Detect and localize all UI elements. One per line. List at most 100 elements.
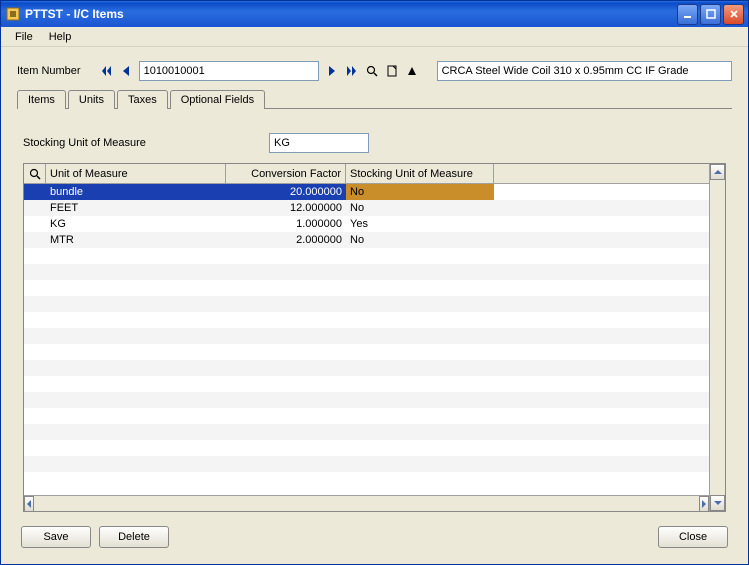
- row-selector[interactable]: [24, 360, 46, 376]
- cell-stocking-uom[interactable]: [346, 264, 494, 280]
- row-selector[interactable]: [24, 216, 46, 232]
- cell-uom[interactable]: bundle: [46, 184, 226, 200]
- cell-conversion[interactable]: [226, 392, 346, 408]
- row-selector[interactable]: [24, 200, 46, 216]
- table-row[interactable]: [24, 264, 709, 280]
- cell-stocking-uom[interactable]: Yes: [346, 216, 494, 232]
- table-row[interactable]: [24, 344, 709, 360]
- col-stocking-uom[interactable]: Stocking Unit of Measure: [346, 164, 494, 183]
- table-row[interactable]: MTR2.000000No: [24, 232, 709, 248]
- finder-icon[interactable]: [365, 63, 379, 79]
- next-record-icon[interactable]: [325, 63, 339, 79]
- cell-uom[interactable]: FEET: [46, 200, 226, 216]
- cell-conversion[interactable]: 20.000000: [226, 184, 346, 200]
- table-row[interactable]: [24, 408, 709, 424]
- cell-uom[interactable]: [46, 456, 226, 472]
- cell-conversion[interactable]: [226, 440, 346, 456]
- row-selector[interactable]: [24, 328, 46, 344]
- cell-stocking-uom[interactable]: [346, 328, 494, 344]
- table-row[interactable]: KG1.000000Yes: [24, 216, 709, 232]
- row-selector[interactable]: [24, 264, 46, 280]
- tab-optional-fields[interactable]: Optional Fields: [170, 90, 265, 109]
- table-row[interactable]: [24, 280, 709, 296]
- tab-units[interactable]: Units: [68, 90, 115, 109]
- table-row[interactable]: [24, 296, 709, 312]
- row-selector[interactable]: [24, 440, 46, 456]
- table-row[interactable]: [24, 248, 709, 264]
- cell-stocking-uom[interactable]: No: [346, 232, 494, 248]
- cell-conversion[interactable]: 12.000000: [226, 200, 346, 216]
- cell-uom[interactable]: [46, 264, 226, 280]
- maximize-button[interactable]: [700, 4, 721, 25]
- row-selector[interactable]: [24, 184, 46, 200]
- cell-conversion[interactable]: 2.000000: [226, 232, 346, 248]
- cell-conversion[interactable]: [226, 264, 346, 280]
- minimize-button[interactable]: [677, 4, 698, 25]
- table-row[interactable]: [24, 392, 709, 408]
- cell-uom[interactable]: [46, 328, 226, 344]
- row-selector[interactable]: [24, 280, 46, 296]
- cell-conversion[interactable]: [226, 376, 346, 392]
- vertical-scrollbar[interactable]: [709, 164, 725, 511]
- cell-stocking-uom[interactable]: [346, 392, 494, 408]
- item-number-input[interactable]: [139, 61, 319, 81]
- scroll-down-icon[interactable]: [710, 495, 725, 511]
- row-selector[interactable]: [24, 376, 46, 392]
- table-row[interactable]: FEET12.000000No: [24, 200, 709, 216]
- scroll-left-icon[interactable]: [24, 496, 34, 512]
- menu-file[interactable]: File: [7, 29, 41, 45]
- table-row[interactable]: bundle20.000000No: [24, 184, 709, 200]
- cell-stocking-uom[interactable]: [346, 312, 494, 328]
- row-selector[interactable]: [24, 456, 46, 472]
- v-scroll-track[interactable]: [710, 180, 725, 495]
- cell-uom[interactable]: [46, 280, 226, 296]
- close-button[interactable]: Close: [658, 526, 728, 548]
- grid-header-finder-icon[interactable]: [24, 164, 46, 183]
- cell-stocking-uom[interactable]: [346, 248, 494, 264]
- cell-uom[interactable]: [46, 296, 226, 312]
- cell-conversion[interactable]: [226, 456, 346, 472]
- table-row[interactable]: [24, 360, 709, 376]
- menu-help[interactable]: Help: [41, 29, 80, 45]
- cell-uom[interactable]: [46, 424, 226, 440]
- cell-stocking-uom[interactable]: [346, 296, 494, 312]
- cell-stocking-uom[interactable]: [346, 280, 494, 296]
- table-row[interactable]: [24, 376, 709, 392]
- table-row[interactable]: [24, 424, 709, 440]
- row-selector[interactable]: [24, 408, 46, 424]
- table-row[interactable]: [24, 328, 709, 344]
- cell-conversion[interactable]: [226, 280, 346, 296]
- cell-stocking-uom[interactable]: [346, 440, 494, 456]
- scroll-up-icon[interactable]: [710, 164, 725, 180]
- cell-conversion[interactable]: [226, 296, 346, 312]
- row-selector[interactable]: [24, 232, 46, 248]
- cell-stocking-uom[interactable]: [346, 408, 494, 424]
- delete-button[interactable]: Delete: [99, 526, 169, 548]
- cell-uom[interactable]: [46, 376, 226, 392]
- cell-uom[interactable]: [46, 360, 226, 376]
- row-selector[interactable]: [24, 312, 46, 328]
- scroll-right-icon[interactable]: [699, 496, 709, 512]
- cell-conversion[interactable]: [226, 424, 346, 440]
- first-record-icon[interactable]: [99, 63, 113, 79]
- cell-uom[interactable]: [46, 440, 226, 456]
- row-selector[interactable]: [24, 392, 46, 408]
- tab-items[interactable]: Items: [17, 90, 66, 109]
- cell-conversion[interactable]: 1.000000: [226, 216, 346, 232]
- cell-conversion[interactable]: [226, 344, 346, 360]
- cell-uom[interactable]: MTR: [46, 232, 226, 248]
- tab-taxes[interactable]: Taxes: [117, 90, 168, 109]
- new-record-icon[interactable]: [385, 63, 399, 79]
- table-row[interactable]: [24, 456, 709, 472]
- cell-stocking-uom[interactable]: No: [346, 200, 494, 216]
- save-button[interactable]: Save: [21, 526, 91, 548]
- h-scroll-track[interactable]: [34, 496, 699, 511]
- previous-record-icon[interactable]: [119, 63, 133, 79]
- col-uom[interactable]: Unit of Measure: [46, 164, 226, 183]
- row-selector[interactable]: [24, 344, 46, 360]
- horizontal-scrollbar[interactable]: [24, 495, 709, 511]
- cell-uom[interactable]: KG: [46, 216, 226, 232]
- cell-uom[interactable]: [46, 392, 226, 408]
- zoom-icon[interactable]: [405, 63, 419, 79]
- cell-uom[interactable]: [46, 344, 226, 360]
